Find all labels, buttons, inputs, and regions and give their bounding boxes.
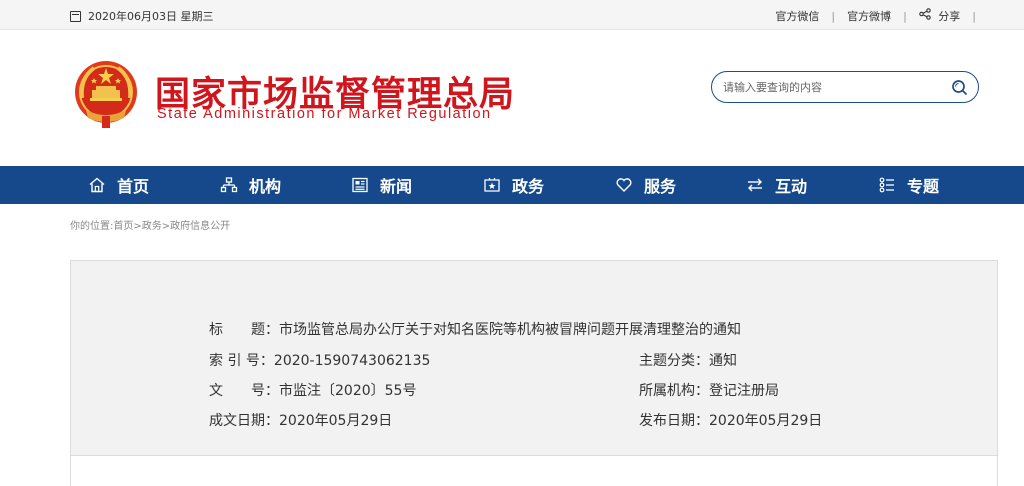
topic-label: 主题分类：	[639, 353, 709, 369]
topics-icon	[879, 177, 894, 193]
nav-label: 政务	[512, 177, 545, 196]
news-icon	[352, 177, 368, 193]
separator: |	[972, 9, 976, 23]
top-links: 官方微信 | 官方微博 | 分享 |	[773, 8, 986, 24]
heart-icon	[616, 178, 632, 192]
separator: |	[831, 9, 836, 23]
government-affairs-icon	[484, 178, 500, 192]
date-display: 2020年06月03日 星期三	[70, 8, 214, 24]
nav-item-government-affairs[interactable]: 政务	[483, 166, 544, 204]
doc-number-value: 市监注〔2020〕55号	[279, 383, 417, 399]
nav-label: 机构	[249, 177, 282, 196]
index-row: 索 引 号：2020-1590743062135	[209, 350, 430, 370]
doc-number-row: 文 号：市监注〔2020〕55号	[209, 380, 416, 400]
search-icon[interactable]	[951, 79, 968, 96]
nav-item-home[interactable]: 首页	[88, 166, 149, 204]
share-label: 分享	[938, 10, 961, 23]
top-utility-bar: 2020年06月03日 星期三 官方微信 | 官方微博 | 分享 |	[0, 0, 1024, 30]
agency-value: 登记注册局	[709, 383, 779, 399]
separator: |	[903, 9, 907, 23]
nav-item-organization[interactable]: 机构	[220, 166, 281, 204]
swap-arrows-icon	[748, 178, 762, 192]
title-row: 标 题：市场监管总局办公厅关于对知名医院等机构被冒牌问题开展清理整治的通知	[209, 319, 741, 339]
breadcrumb[interactable]: 你的位置:首页>政务>政府信息公开	[70, 217, 230, 232]
nav-label: 互动	[775, 177, 808, 196]
published-date-value: 2020年05月29日	[709, 413, 823, 429]
agency-row: 所属机构：登记注册局	[639, 380, 779, 400]
share-icon	[919, 8, 931, 20]
nav-item-news[interactable]: 新闻	[351, 166, 412, 204]
nav-item-services[interactable]: 服务	[615, 166, 676, 204]
site-title-english: State Administration for Market Regulati…	[157, 106, 492, 122]
wechat-link[interactable]: 官方微信	[773, 8, 821, 24]
main-nav: 首页 机构 新闻 政务 服务 互动 专题	[0, 166, 1024, 204]
doc-number-label: 文 号：	[209, 383, 279, 399]
nav-label: 专题	[907, 177, 940, 196]
written-date-label: 成文日期：	[209, 413, 279, 429]
share-button[interactable]: 分享	[917, 8, 963, 24]
date-text: 2020年06月03日 星期三	[88, 10, 214, 23]
search-box	[711, 71, 979, 103]
title-label: 标 题：	[209, 322, 279, 338]
agency-label: 所属机构：	[639, 383, 709, 399]
calendar-icon	[70, 10, 81, 22]
nav-label: 新闻	[380, 177, 413, 196]
written-date-value: 2020年05月29日	[279, 413, 393, 429]
written-date-row: 成文日期：2020年05月29日	[209, 410, 392, 430]
published-date-label: 发布日期：	[639, 413, 709, 429]
national-emblem-icon[interactable]	[72, 58, 140, 130]
home-icon	[89, 177, 105, 193]
nav-label: 首页	[117, 177, 150, 196]
index-label: 索 引 号：	[209, 353, 274, 369]
title-value: 市场监管总局办公厅关于对知名医院等机构被冒牌问题开展清理整治的通知	[279, 322, 741, 338]
org-chart-icon	[220, 177, 238, 193]
search-input[interactable]	[723, 79, 943, 95]
index-value: 2020-1590743062135	[273, 353, 431, 369]
weibo-link[interactable]: 官方微博	[845, 8, 893, 24]
topic-value: 通知	[709, 353, 737, 369]
nav-label: 服务	[644, 177, 677, 196]
nav-item-interaction[interactable]: 互动	[746, 166, 807, 204]
site-header: 国家市场监督管理总局 State Administration for Mark…	[0, 31, 1024, 166]
topic-row: 主题分类：通知	[639, 350, 737, 370]
nav-item-topics[interactable]: 专题	[878, 166, 939, 204]
document-info-panel: 标 题：市场监管总局办公厅关于对知名医院等机构被冒牌问题开展清理整治的通知 索 …	[70, 260, 998, 456]
published-date-row: 发布日期：2020年05月29日	[639, 410, 822, 430]
content-area	[70, 456, 998, 486]
